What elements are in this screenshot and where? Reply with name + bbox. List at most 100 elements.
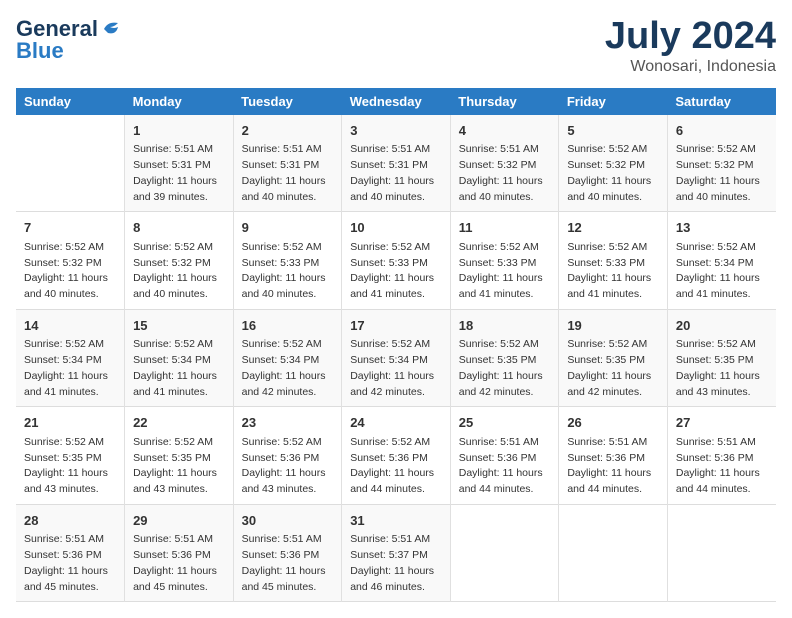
calendar-cell: 10Sunrise: 5:52 AMSunset: 5:33 PMDayligh… xyxy=(342,212,451,310)
weekday-header-tuesday: Tuesday xyxy=(233,88,342,115)
day-number: 21 xyxy=(24,413,116,433)
weekday-header-sunday: Sunday xyxy=(16,88,125,115)
weekday-header-thursday: Thursday xyxy=(450,88,559,115)
cell-info: Sunrise: 5:51 AMSunset: 5:36 PMDaylight:… xyxy=(459,435,551,498)
day-number: 23 xyxy=(242,413,334,433)
cell-info: Sunrise: 5:52 AMSunset: 5:32 PMDaylight:… xyxy=(24,240,116,303)
cell-info: Sunrise: 5:51 AMSunset: 5:37 PMDaylight:… xyxy=(350,532,442,595)
cell-info: Sunrise: 5:52 AMSunset: 5:36 PMDaylight:… xyxy=(242,435,334,498)
calendar-cell: 16Sunrise: 5:52 AMSunset: 5:34 PMDayligh… xyxy=(233,309,342,407)
calendar-week-row: 14 Sunrise: 5:52 AMSunset: 5:34 PMDayligh… xyxy=(16,309,776,407)
calendar-cell: 13Sunrise: 5:52 AMSunset: 5:34 PMDayligh… xyxy=(667,212,776,310)
day-number: 10 xyxy=(350,218,442,238)
calendar-week-row: 1 Sunrise: 5:51 AMSunset: 5:31 PMDaylight… xyxy=(16,115,776,212)
cell-info: Sunrise: 5:52 AMSunset: 5:34 PMDaylight:… xyxy=(133,337,225,400)
day-number: 29 xyxy=(133,511,225,531)
cell-info: Sunrise: 5:52 AMSunset: 5:34 PMDaylight:… xyxy=(676,240,768,303)
location-subtitle: Wonosari, Indonesia xyxy=(605,58,776,76)
day-number: 24 xyxy=(350,413,442,433)
calendar-week-row: 7Sunrise: 5:52 AMSunset: 5:32 PMDaylight… xyxy=(16,212,776,310)
weekday-header-saturday: Saturday xyxy=(667,88,776,115)
calendar-cell: 4Sunrise: 5:51 AMSunset: 5:32 PMDaylight… xyxy=(450,115,559,212)
calendar-cell: 25Sunrise: 5:51 AMSunset: 5:36 PMDayligh… xyxy=(450,407,559,505)
day-number: 31 xyxy=(350,511,442,531)
page-header: General Blue July 2024 Wonosari, Indones… xyxy=(16,16,776,76)
cell-info: Sunrise: 5:52 AMSunset: 5:35 PMDaylight:… xyxy=(567,337,659,400)
calendar-cell: 15Sunrise: 5:52 AMSunset: 5:34 PMDayligh… xyxy=(125,309,234,407)
calendar-cell: 30Sunrise: 5:51 AMSunset: 5:36 PMDayligh… xyxy=(233,504,342,602)
day-number: 26 xyxy=(567,413,659,433)
calendar-cell: 5Sunrise: 5:52 AMSunset: 5:32 PMDaylight… xyxy=(559,115,668,212)
logo: General Blue xyxy=(16,16,122,64)
cell-info: Sunrise: 5:52 AMSunset: 5:32 PMDaylight:… xyxy=(567,142,659,205)
cell-info: Sunrise: 5:51 AMSunset: 5:31 PMDaylight:… xyxy=(242,142,334,205)
cell-info: Sunrise: 5:51 AMSunset: 5:31 PMDaylight:… xyxy=(350,142,442,205)
day-number: 27 xyxy=(676,413,768,433)
day-number: 8 xyxy=(133,218,225,238)
cell-info: Sunrise: 5:51 AMSunset: 5:36 PMDaylight:… xyxy=(133,532,225,595)
cell-info: Sunrise: 5:52 AMSunset: 5:35 PMDaylight:… xyxy=(133,435,225,498)
weekday-header-wednesday: Wednesday xyxy=(342,88,451,115)
day-number: 28 xyxy=(24,511,116,531)
cell-info: Sunrise: 5:51 AMSunset: 5:36 PMDaylight:… xyxy=(24,532,116,595)
day-number: 11 xyxy=(459,218,551,238)
day-number: 17 xyxy=(350,316,442,336)
calendar-cell: 2Sunrise: 5:51 AMSunset: 5:31 PMDaylight… xyxy=(233,115,342,212)
calendar-cell: 24Sunrise: 5:52 AMSunset: 5:36 PMDayligh… xyxy=(342,407,451,505)
cell-info: Sunrise: 5:52 AMSunset: 5:33 PMDaylight:… xyxy=(242,240,334,303)
day-number: 7 xyxy=(24,218,116,238)
day-number: 25 xyxy=(459,413,551,433)
calendar-cell: 19Sunrise: 5:52 AMSunset: 5:35 PMDayligh… xyxy=(559,309,668,407)
cell-info: Sunrise: 5:52 AMSunset: 5:34 PMDaylight:… xyxy=(350,337,442,400)
day-number: 3 xyxy=(350,121,442,141)
day-number: 2 xyxy=(242,121,334,141)
calendar-week-row: 21Sunrise: 5:52 AMSunset: 5:35 PMDayligh… xyxy=(16,407,776,505)
day-number: 9 xyxy=(242,218,334,238)
day-number: 19 xyxy=(567,316,659,336)
calendar-week-row: 28Sunrise: 5:51 AMSunset: 5:36 PMDayligh… xyxy=(16,504,776,602)
calendar-cell: 23Sunrise: 5:52 AMSunset: 5:36 PMDayligh… xyxy=(233,407,342,505)
title-block: July 2024 Wonosari, Indonesia xyxy=(605,16,776,76)
day-number: 15 xyxy=(133,316,225,336)
cell-info: Sunrise: 5:52 AMSunset: 5:33 PMDaylight:… xyxy=(459,240,551,303)
calendar-cell: 26Sunrise: 5:51 AMSunset: 5:36 PMDayligh… xyxy=(559,407,668,505)
cell-info: Sunrise: 5:52 AMSunset: 5:35 PMDaylight:… xyxy=(24,435,116,498)
day-number: 20 xyxy=(676,316,768,336)
cell-info: Sunrise: 5:52 AMSunset: 5:34 PMDaylight:… xyxy=(242,337,334,400)
calendar-cell: 12Sunrise: 5:52 AMSunset: 5:33 PMDayligh… xyxy=(559,212,668,310)
calendar-cell: 31Sunrise: 5:51 AMSunset: 5:37 PMDayligh… xyxy=(342,504,451,602)
day-number: 1 xyxy=(133,121,225,141)
weekday-header-monday: Monday xyxy=(125,88,234,115)
day-number: 12 xyxy=(567,218,659,238)
calendar-cell: 17Sunrise: 5:52 AMSunset: 5:34 PMDayligh… xyxy=(342,309,451,407)
day-number: 14 xyxy=(24,316,116,336)
calendar-table: SundayMondayTuesdayWednesdayThursdayFrid… xyxy=(16,88,776,603)
cell-info: Sunrise: 5:52 AMSunset: 5:33 PMDaylight:… xyxy=(350,240,442,303)
calendar-cell: 21Sunrise: 5:52 AMSunset: 5:35 PMDayligh… xyxy=(16,407,125,505)
calendar-cell: 8Sunrise: 5:52 AMSunset: 5:32 PMDaylight… xyxy=(125,212,234,310)
calendar-cell: 7Sunrise: 5:52 AMSunset: 5:32 PMDaylight… xyxy=(16,212,125,310)
calendar-cell: 20Sunrise: 5:52 AMSunset: 5:35 PMDayligh… xyxy=(667,309,776,407)
logo-blue-text: Blue xyxy=(16,38,64,64)
day-number: 4 xyxy=(459,121,551,141)
day-number: 22 xyxy=(133,413,225,433)
day-number: 18 xyxy=(459,316,551,336)
month-title: July 2024 xyxy=(605,16,776,58)
calendar-cell: 29Sunrise: 5:51 AMSunset: 5:36 PMDayligh… xyxy=(125,504,234,602)
cell-info: Sunrise: 5:51 AMSunset: 5:36 PMDaylight:… xyxy=(242,532,334,595)
calendar-cell xyxy=(16,115,125,212)
logo-bird-icon xyxy=(100,19,122,39)
day-number: 5 xyxy=(567,121,659,141)
cell-info: Sunrise: 5:51 AMSunset: 5:36 PMDaylight:… xyxy=(567,435,659,498)
calendar-cell: 28Sunrise: 5:51 AMSunset: 5:36 PMDayligh… xyxy=(16,504,125,602)
calendar-cell: 1Sunrise: 5:51 AMSunset: 5:31 PMDaylight… xyxy=(125,115,234,212)
day-number: 30 xyxy=(242,511,334,531)
calendar-cell: 22Sunrise: 5:52 AMSunset: 5:35 PMDayligh… xyxy=(125,407,234,505)
cell-info: Sunrise: 5:52 AMSunset: 5:33 PMDaylight:… xyxy=(567,240,659,303)
cell-info: Sunrise: 5:51 AMSunset: 5:32 PMDaylight:… xyxy=(459,142,551,205)
calendar-cell xyxy=(450,504,559,602)
cell-info: Sunrise: 5:51 AMSunset: 5:36 PMDaylight:… xyxy=(676,435,768,498)
calendar-cell: 9Sunrise: 5:52 AMSunset: 5:33 PMDaylight… xyxy=(233,212,342,310)
day-number: 6 xyxy=(676,121,768,141)
calendar-cell: 3Sunrise: 5:51 AMSunset: 5:31 PMDaylight… xyxy=(342,115,451,212)
